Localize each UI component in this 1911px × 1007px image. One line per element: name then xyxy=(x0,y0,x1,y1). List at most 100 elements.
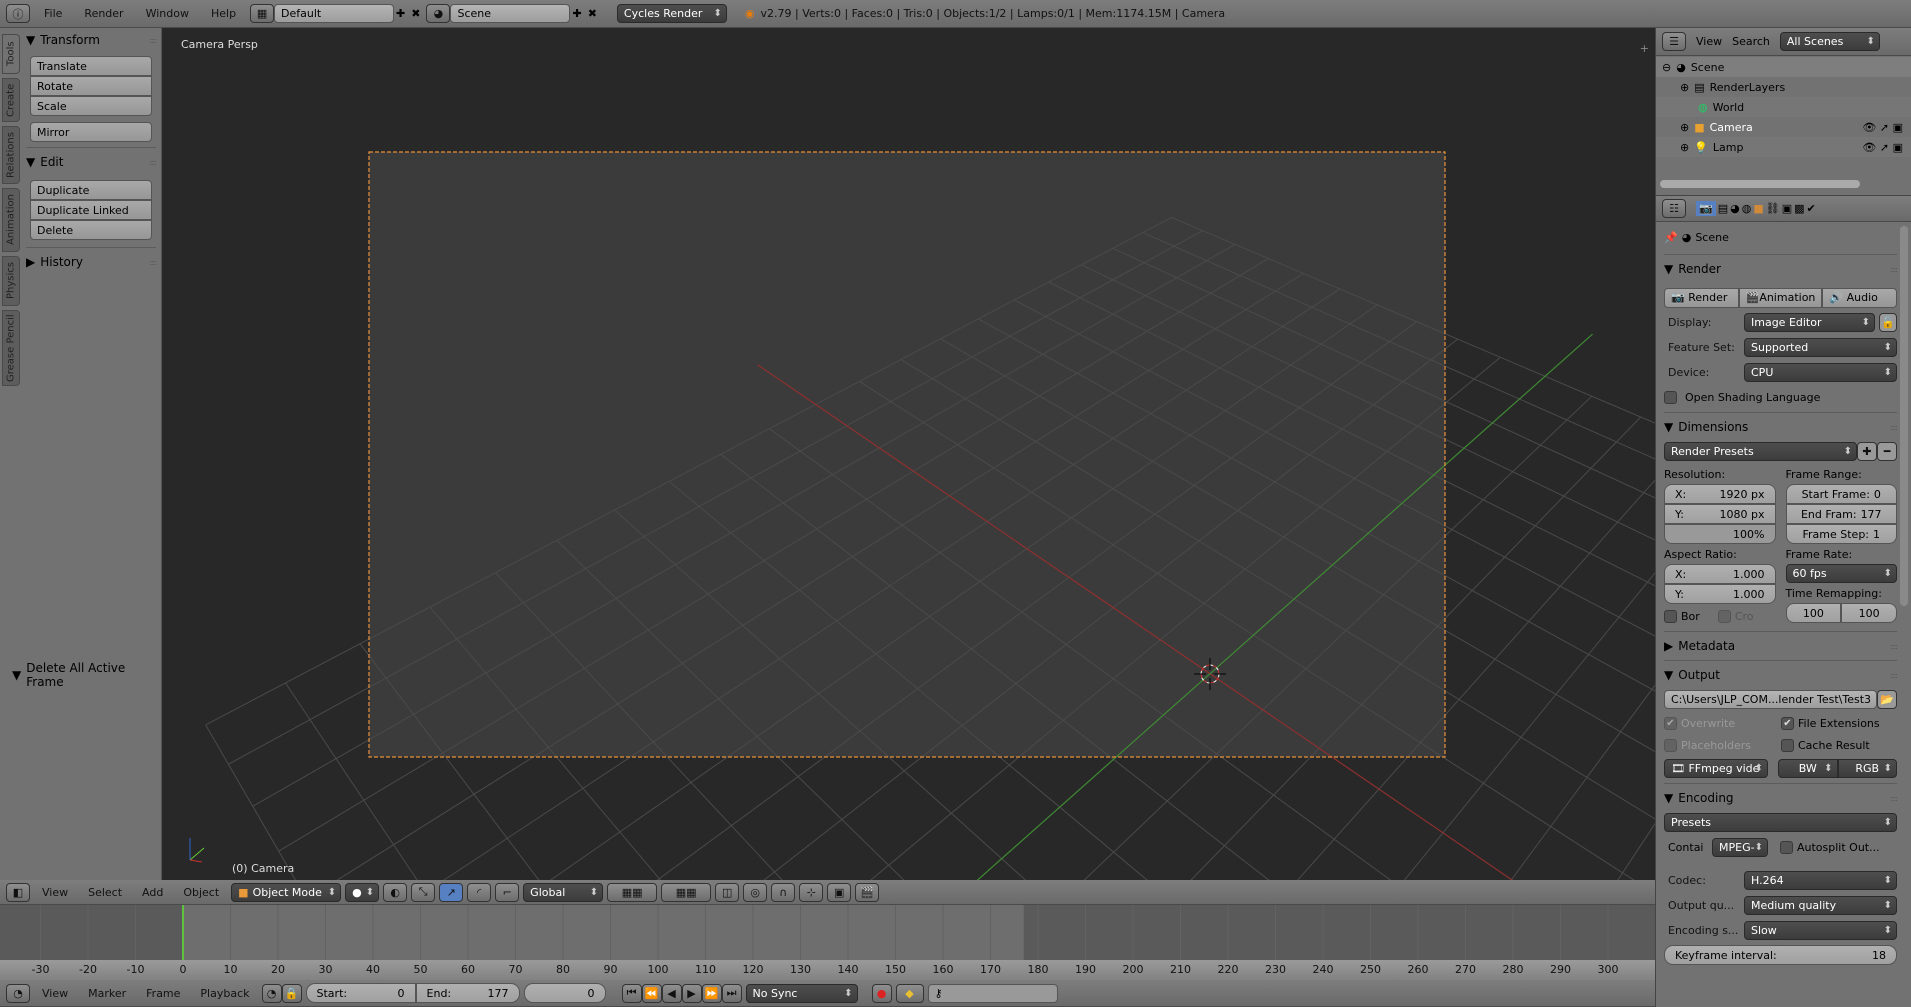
render-tab-icon[interactable]: 📷 xyxy=(1696,201,1716,216)
properties-editor-icon[interactable]: ☷ xyxy=(1662,199,1686,218)
pin-icon[interactable]: 📌 xyxy=(1664,231,1678,244)
scale-button[interactable]: Scale xyxy=(30,96,152,116)
resolution-percent-field[interactable]: 100% xyxy=(1664,524,1776,544)
add-layout-icon[interactable]: ✚ xyxy=(396,7,405,20)
timeline-ruler[interactable]: -30 -20 -10 0 10 20 30 40 50 60 70 80 90 100 110 120 130… xyxy=(0,960,1655,980)
file-format-select[interactable]: 🎞 FFmpeg vide xyxy=(1664,759,1768,778)
menu-add[interactable]: Add xyxy=(134,886,171,899)
feature-set-select[interactable]: Supported xyxy=(1744,338,1897,357)
timeline[interactable]: -30 -20 -10 0 10 20 30 40 50 60 70 80 90 100 110 120 130… xyxy=(0,905,1655,980)
orientation-select[interactable]: Global xyxy=(523,882,604,902)
scale-manipulator-icon[interactable]: ⌐ xyxy=(495,882,520,902)
display-select[interactable]: Image Editor xyxy=(1744,313,1875,332)
crop-checkbox[interactable] xyxy=(1717,610,1731,623)
keying-set-field[interactable]: ⚷ xyxy=(927,983,1058,1003)
scene-icon[interactable]: ◕ xyxy=(426,4,451,23)
bw-button[interactable]: BW xyxy=(1778,759,1838,778)
operator-panel-header[interactable]: ▼ Delete All Active Frame xyxy=(12,661,161,689)
add-scene-icon[interactable]: ✚ xyxy=(572,7,581,20)
outliner-view-menu[interactable]: View xyxy=(1696,35,1722,48)
preview-range-icon[interactable]: ◔ xyxy=(261,983,282,1003)
output-quality-select[interactable]: Medium quality xyxy=(1744,896,1897,915)
shading-select[interactable]: ● xyxy=(345,882,380,902)
menu-window[interactable]: Window xyxy=(138,7,197,20)
remap-old-field[interactable]: 100 xyxy=(1785,603,1842,623)
tab-physics[interactable]: Physics xyxy=(2,256,20,306)
frame-rate-select[interactable]: 60 fps xyxy=(1785,564,1897,583)
expand-icon[interactable]: ⊕ xyxy=(1680,141,1689,154)
texture-tab-icon[interactable]: ▩ xyxy=(1794,202,1804,215)
translate-button[interactable]: Translate xyxy=(30,56,152,76)
lock-interface-icon[interactable]: 🔓 xyxy=(1879,313,1897,332)
menu-help[interactable]: Help xyxy=(203,7,244,20)
world-tab-icon[interactable]: ◍ xyxy=(1742,202,1752,215)
menu-playback[interactable]: Playback xyxy=(192,987,257,1000)
remove-preset-icon[interactable]: ━ xyxy=(1877,442,1897,461)
play-reverse-icon[interactable]: ◀ xyxy=(661,983,682,1003)
material-tab-icon[interactable]: ✔ xyxy=(1807,202,1816,215)
cache-result-checkbox[interactable] xyxy=(1781,738,1794,752)
expand-icon[interactable]: ⊕ xyxy=(1680,121,1689,134)
dimensions-panel-header[interactable]: ▼ Dimensions:::: xyxy=(1664,415,1898,439)
output-panel-header[interactable]: ▼ Output:::: xyxy=(1664,663,1898,687)
record-icon[interactable]: ● xyxy=(871,983,892,1003)
outliner-item-lamp[interactable]: ⊕ 💡 Lamp 👁 ➚ ▣ xyxy=(1656,137,1911,157)
render-presets-select[interactable]: Render Presets xyxy=(1664,442,1857,461)
delete-button[interactable]: Delete xyxy=(30,220,152,240)
metadata-panel-header[interactable]: ▶ Metadata:::: xyxy=(1664,634,1898,658)
render-panel-header[interactable]: ▼ Render:::: xyxy=(1664,257,1898,281)
layers-icon[interactable]: ▦▦ xyxy=(607,882,658,902)
remove-layout-icon[interactable]: ✖ xyxy=(411,7,420,20)
outliner-item-scene[interactable]: ⊖ ◕ Scene xyxy=(1656,57,1911,77)
tab-create[interactable]: Create xyxy=(2,78,20,122)
lock-camera-icon[interactable]: ◫ xyxy=(715,882,740,902)
current-frame-field[interactable]: 0 xyxy=(523,983,606,1003)
remove-scene-icon[interactable]: ✖ xyxy=(588,7,597,20)
tab-tools[interactable]: Tools xyxy=(2,34,20,74)
menu-select[interactable]: Select xyxy=(80,886,130,899)
jump-end-icon[interactable]: ⏭ xyxy=(721,983,742,1003)
visibility-eye-icon[interactable]: 👁 ➚ ▣ xyxy=(1862,121,1903,134)
menu-object[interactable]: Object xyxy=(175,886,227,899)
menu-file[interactable]: File xyxy=(36,7,70,20)
snap-icon[interactable]: ∩ xyxy=(771,882,796,902)
next-keyframe-icon[interactable]: ⏩ xyxy=(701,983,722,1003)
duplicate-button[interactable]: Duplicate xyxy=(30,180,152,200)
aspect-y-field[interactable]: Y: 1.000 xyxy=(1664,584,1776,604)
overwrite-checkbox[interactable]: ✔ xyxy=(1664,716,1677,730)
data-tab-icon[interactable]: ▣ xyxy=(1782,202,1792,215)
encoding-speed-select[interactable]: Slow xyxy=(1744,921,1897,940)
renderlayers-tab-icon[interactable]: ▤ xyxy=(1718,202,1728,215)
lock-icon[interactable]: 🔒 xyxy=(281,983,302,1003)
outliner-editor-icon[interactable]: ☰ xyxy=(1662,32,1686,51)
translate-manipulator-icon[interactable]: ↗ xyxy=(439,882,464,902)
tab-relations[interactable]: Relations xyxy=(2,126,20,184)
render-animation-icon[interactable]: 🎬 xyxy=(855,882,880,902)
manipulator-toggle-icon[interactable]: ⤡ xyxy=(411,882,436,902)
file-extensions-checkbox[interactable]: ✔ xyxy=(1781,716,1794,730)
render-opengl-icon[interactable]: ▣ xyxy=(827,882,852,902)
menu-render[interactable]: Render xyxy=(76,7,131,20)
prev-keyframe-icon[interactable]: ⏪ xyxy=(641,983,662,1003)
timeline-editor-icon[interactable]: ◔ xyxy=(6,983,30,1003)
outliner-filter-select[interactable]: All Scenes xyxy=(1779,32,1880,51)
collapse-icon[interactable]: ⊖ xyxy=(1662,61,1671,74)
end-frame-field[interactable]: End: 177 xyxy=(415,983,520,1003)
jump-start-icon[interactable]: ⏮ xyxy=(621,983,642,1003)
layers-2-icon[interactable]: ▦▦ xyxy=(661,882,712,902)
mirror-button[interactable]: Mirror xyxy=(30,122,152,142)
resolution-y-field[interactable]: Y: 1080 px xyxy=(1664,504,1776,524)
menu-view[interactable]: View xyxy=(34,987,76,1000)
properties-scrollbar[interactable] xyxy=(1900,226,1908,606)
expand-icon[interactable]: ⊕ xyxy=(1680,81,1689,94)
scene-tab-icon[interactable]: ◕ xyxy=(1730,202,1740,215)
play-icon[interactable]: ▶ xyxy=(681,983,702,1003)
editor-type-icon[interactable]: ◧ xyxy=(6,882,30,902)
file-browser-icon[interactable]: 📂 xyxy=(1877,690,1897,709)
pivot-icon[interactable]: ◐ xyxy=(383,882,408,902)
rotate-manipulator-icon[interactable]: ◜ xyxy=(467,882,492,902)
outliner-scrollbar[interactable] xyxy=(1660,180,1860,188)
keying-icon[interactable]: ◆ xyxy=(895,983,924,1003)
remap-new-field[interactable]: 100 xyxy=(1841,603,1897,623)
info-editor-icon[interactable]: ⓘ xyxy=(6,4,30,23)
